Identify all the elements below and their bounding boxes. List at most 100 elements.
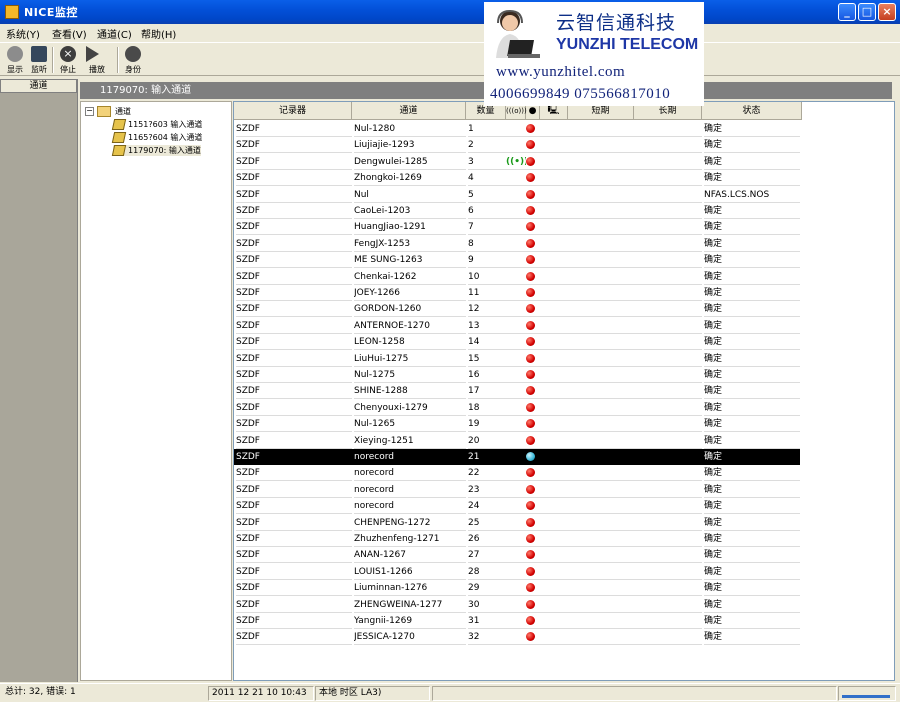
cell-long-term	[634, 465, 702, 482]
cell-number: 18	[468, 400, 506, 416]
cell-screen	[540, 285, 568, 301]
table-row[interactable]: SZDF Nul-1275 16 确定	[234, 367, 800, 383]
cell-signal	[506, 367, 526, 383]
table-row[interactable]: SZDF Yangnii-1269 31 确定	[234, 613, 800, 629]
status-dot-icon	[526, 616, 535, 625]
cell-recorder: SZDF	[236, 285, 352, 301]
table-row[interactable]: SZDF LEON-1258 14 确定	[234, 334, 800, 351]
toolbar: 显示 监听 × 停止 播放 身份	[0, 42, 900, 76]
cell-long-term	[634, 531, 702, 547]
toolbar-stop-button[interactable]: × 停止	[55, 45, 81, 75]
cell-number: 26	[468, 531, 506, 547]
channel-tree[interactable]: − 通道 1151?603 输入通道 1165?604 输入通道 1179070…	[80, 101, 232, 681]
cell-short-term	[568, 367, 634, 383]
table-row[interactable]: SZDF Zhuzhenfeng-1271 26 确定	[234, 531, 800, 547]
table-row[interactable]: SZDF FengJX-1253 8 确定	[234, 236, 800, 252]
watermark-phone: 4006699849 075566817010	[490, 86, 671, 102]
toolbar-monitor-button[interactable]: 监听	[26, 45, 52, 75]
cell-long-term	[634, 219, 702, 236]
cell-signal	[506, 137, 526, 154]
table-row[interactable]: SZDF Liuminnan-1276 29 确定	[234, 580, 800, 597]
table-row[interactable]: SZDF Nul 5 NFAS.LCS.NOS	[234, 187, 800, 203]
cell-status: 确定	[704, 351, 800, 367]
table-row[interactable]: SZDF CHENPENG-1272 25 确定	[234, 515, 800, 531]
table-row[interactable]: SZDF Nul-1280 1 确定	[234, 121, 800, 137]
cell-channel: FengJX-1253	[354, 236, 466, 252]
tree-root[interactable]: − 通道	[85, 106, 131, 117]
cell-long-term	[634, 170, 702, 187]
status-dot-icon	[526, 140, 535, 150]
minimize-button[interactable]: _	[838, 3, 856, 21]
tree-item[interactable]: 1151?603 输入通道	[111, 119, 202, 130]
status-dot-icon	[526, 173, 535, 183]
table-row[interactable]: SZDF GORDON-1260 12 确定	[234, 301, 800, 318]
table-row[interactable]: SZDF Chenkai-1262 10 确定	[234, 269, 800, 285]
table-row[interactable]: SZDF norecord 24 确定	[234, 498, 800, 515]
collapse-icon[interactable]: −	[85, 107, 94, 116]
menu-system[interactable]: 系统(Y)	[6, 26, 40, 41]
cell-channel: Dengwulei-1285	[354, 154, 466, 170]
table-row[interactable]: SZDF ME SUNG-1263 9 确定	[234, 252, 800, 269]
menu-bar: 系统(Y) 查看(V) 通道(C) 帮助(H)	[0, 24, 900, 41]
table-row[interactable]: SZDF CaoLei-1203 6 确定	[234, 203, 800, 219]
table-row[interactable]: SZDF Dengwulei-1285 3 ((•)) 确定	[234, 154, 800, 170]
table-row[interactable]: SZDF norecord 22 确定	[234, 465, 800, 482]
cell-recorder: SZDF	[236, 383, 352, 400]
table-row[interactable]: SZDF Liujiajie-1293 2 确定	[234, 137, 800, 154]
menu-channel[interactable]: 通道(C)	[97, 26, 132, 41]
cell-channel: Yangnii-1269	[354, 613, 466, 629]
table-row[interactable]: SZDF ANAN-1267 27 确定	[234, 547, 800, 564]
cell-short-term	[568, 531, 634, 547]
table-row[interactable]: SZDF JESSICA-1270 32 确定	[234, 629, 800, 646]
cell-long-term	[634, 383, 702, 400]
stop-icon: ×	[60, 46, 76, 62]
title-bar[interactable]: NICE监控 _ □ ×	[0, 0, 900, 24]
cell-recorder: SZDF	[236, 531, 352, 547]
channel-grid[interactable]: 记录器 通道 数量 (((o))) ● 🖳 短期 长期 状态 SZDF Nul-1…	[233, 101, 895, 681]
table-row[interactable]: SZDF Chenyouxi-1279 18 确定	[234, 400, 800, 416]
cell-short-term	[568, 482, 634, 498]
status-dot-icon	[526, 550, 535, 560]
cell-recorder: SZDF	[236, 400, 352, 416]
signal-icon: ((•))	[506, 156, 526, 167]
table-row[interactable]: SZDF SHINE-1288 17 确定	[234, 383, 800, 400]
column-header-recorder[interactable]: 记录器	[234, 102, 352, 120]
table-row[interactable]: SZDF JOEY-1266 11 确定	[234, 285, 800, 301]
cell-short-term	[568, 269, 634, 285]
cell-long-term	[634, 154, 702, 170]
table-row[interactable]: SZDF norecord 21 确定	[234, 449, 800, 466]
cell-record	[526, 383, 540, 400]
maximize-button[interactable]: □	[858, 3, 876, 21]
table-row[interactable]: SZDF HuangJiao-1291 7 确定	[234, 219, 800, 236]
tree-item[interactable]: 1165?604 输入通道	[111, 132, 202, 143]
toolbar-record-button[interactable]: 显示	[2, 45, 28, 75]
tree-item-selected[interactable]: 1179070: 输入通道	[111, 145, 201, 156]
cell-number: 10	[468, 269, 506, 285]
cell-screen	[540, 252, 568, 269]
table-row[interactable]: SZDF norecord 23 确定	[234, 482, 800, 498]
cell-signal	[506, 318, 526, 334]
table-row[interactable]: SZDF Xieying-1251 20 确定	[234, 433, 800, 449]
cell-short-term	[568, 433, 634, 449]
cell-status: 确定	[704, 219, 800, 236]
menu-help[interactable]: 帮助(H)	[141, 26, 176, 41]
table-row[interactable]: SZDF Nul-1265 19 确定	[234, 416, 800, 433]
menu-view[interactable]: 查看(V)	[52, 26, 87, 41]
table-row[interactable]: SZDF LOUIS1-1266 28 确定	[234, 564, 800, 580]
column-header-channel[interactable]: 通道	[352, 102, 466, 120]
toolbar-users-button[interactable]: 身份	[120, 45, 146, 75]
close-button[interactable]: ×	[878, 3, 896, 21]
status-progress	[838, 686, 896, 701]
status-dot-icon	[526, 468, 535, 478]
cell-screen	[540, 219, 568, 236]
cell-number: 20	[468, 433, 506, 449]
column-header-status[interactable]: 状态	[702, 102, 802, 120]
cell-screen	[540, 301, 568, 318]
cell-screen	[540, 351, 568, 367]
table-row[interactable]: SZDF Zhongkoi-1269 4 确定	[234, 170, 800, 187]
cell-signal	[506, 285, 526, 301]
table-row[interactable]: SZDF ZHENGWEINA-1277 30 确定	[234, 597, 800, 613]
table-row[interactable]: SZDF LiuHui-1275 15 确定	[234, 351, 800, 367]
table-row[interactable]: SZDF ANTERNOE-1270 13 确定	[234, 318, 800, 334]
toolbar-play-button[interactable]: 播放	[80, 45, 114, 75]
